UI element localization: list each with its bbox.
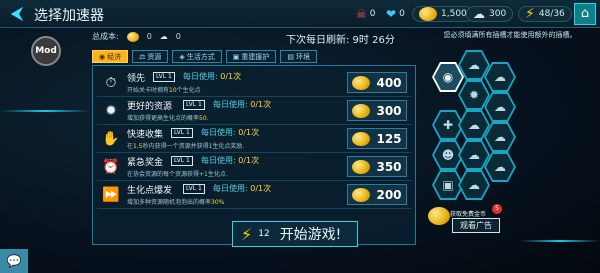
booster-slots: ◉ ☁ ☁ ✹ ☁ ✚ ☁ ☻ ☁ ☁ ▣ ☁ ☁ — [430, 50, 590, 210]
silver-cloud-icon: ☁ — [473, 7, 485, 21]
tab-lifestyle[interactable]: ◈ 生活方式 — [172, 50, 222, 63]
start-game-button[interactable]: ⚡ 12 开始游戏! — [232, 221, 358, 247]
booster-row[interactable]: ⏱ 领先 LVL 1 每日使用: 0/1次 开始关卡时拥有10个生化点 400 — [97, 70, 411, 97]
fast-forward-icon: ⏩ — [102, 187, 120, 203]
buy-booster-button[interactable]: 350 — [347, 156, 407, 177]
environment-icon: ▤ — [287, 53, 295, 61]
booster-description: 开始关卡时拥有10个生化点 — [127, 87, 201, 94]
light-streak — [520, 240, 600, 242]
slot-locked[interactable]: ☁ — [458, 170, 490, 200]
coin-icon — [352, 103, 371, 118]
page-title: 选择加速器 — [34, 8, 104, 24]
cloud-counter[interactable]: ☁ 300 — [466, 5, 514, 23]
alarm-icon: ⏰ — [102, 159, 120, 175]
chat-icon: 💬 — [6, 254, 22, 268]
doctor-icon: ☻ — [441, 148, 455, 162]
lightning-icon: ⚡ — [525, 6, 535, 22]
locked-slot-icon: ☁ — [494, 160, 506, 174]
booster-description: 增加多种资源随机泡泡出的概率30% — [127, 199, 225, 206]
lifestyle-icon: ◈ — [179, 53, 185, 61]
home-icon: ⌂ — [580, 6, 590, 21]
daily-refresh-timer: 下次每日刷新: 9时 26分 — [286, 35, 395, 46]
coin-icon — [352, 131, 371, 146]
coin-icon — [352, 159, 371, 174]
booster-list: ⏱ 领先 LVL 1 每日使用: 0/1次 开始关卡时拥有10个生化点 400 … — [92, 65, 416, 245]
tab-rebuild[interactable]: ▣ 重建援护 — [225, 50, 277, 63]
buy-booster-button[interactable]: 125 — [347, 128, 407, 149]
virus-icon: ✹ — [105, 103, 117, 119]
booster-row[interactable]: ⏰ 紧急奖金 LVL 1 每日使用: 0/1次 在协会资源的每个资源获得+1生化… — [97, 154, 411, 181]
coin-icon — [352, 187, 371, 202]
rebuild-icon: ▣ — [232, 53, 240, 61]
coin-counter[interactable]: 1,500 — [412, 5, 474, 23]
coin-icon — [126, 31, 139, 42]
level-badge: LVL 1 — [183, 100, 205, 110]
avatar[interactable]: Mod — [31, 36, 61, 66]
locked-slot-icon: ☁ — [468, 58, 480, 72]
daily-usage: 每日使用: 0/1次 — [201, 128, 260, 137]
coin-icon — [352, 75, 371, 90]
free-coins-label: 获取免费金币 — [450, 211, 487, 218]
coin-icon — [419, 7, 437, 21]
hospital-bed-icon: ▣ — [442, 178, 454, 192]
booster-description: 在1.5秒内获得一个资源并获得1生化点奖励. — [127, 143, 245, 150]
tab-environment[interactable]: ▤ 环境 — [280, 50, 318, 63]
locked-slot-icon: ☁ — [494, 130, 506, 144]
tab-economy[interactable]: ◉ 经济 — [92, 50, 129, 63]
locked-slot-icon: ☁ — [494, 100, 506, 114]
home-button[interactable]: ⌂ — [574, 3, 596, 25]
tab-resources[interactable]: ⚖ 资源 — [132, 50, 169, 63]
energy-counter[interactable]: ⚡ 48/36 — [518, 5, 572, 23]
watch-ad-button[interactable]: 观看广告 — [452, 218, 500, 233]
booster-row[interactable]: ✹ 更好的资源 LVL 1 每日使用: 0/1次 增加获得更高生化点的概率50.… — [97, 98, 411, 125]
booster-panel: 总成本: 0 ☁ 0 下次每日刷新: 9时 26分 ◉ 经济 ⚖ 资源 ◈ 生活方式 … — [86, 28, 416, 250]
light-streak — [0, 110, 90, 112]
locked-slot-icon: ☁ — [468, 148, 480, 162]
watch-ad-widget[interactable]: 获取免费金币 观看广告 5 — [426, 204, 502, 235]
skull-counter: ☠ 0 — [356, 7, 376, 21]
top-bar: ⮜ 选择加速器 ☠ 0 ❤ 0 1,500 ☁ 300 ⚡ 48/36 ⌂ — [0, 0, 600, 28]
daily-usage: 每日使用: 0/1次 — [183, 72, 242, 81]
buy-booster-button[interactable]: 200 — [347, 184, 407, 205]
skull-icon: ☠ — [356, 7, 367, 21]
ad-count-badge: 5 — [492, 204, 502, 214]
level-badge: LVL 1 — [171, 156, 193, 166]
buy-booster-button[interactable]: 400 — [347, 72, 407, 93]
hand-collect-icon: ✋ — [102, 131, 120, 147]
medkit-icon: ✚ — [442, 118, 454, 132]
slot-hint: 您必须填满所有插槽才能使用额外的插槽。 — [443, 31, 577, 39]
level-badge: LVL 1 — [153, 72, 175, 82]
buy-booster-button[interactable]: 300 — [347, 100, 407, 121]
daily-usage: 每日使用: 0/1次 — [213, 100, 272, 109]
daily-usage: 每日使用: 0/1次 — [201, 156, 260, 165]
locked-slot-icon: ☁ — [468, 118, 480, 132]
level-badge: LVL 1 — [183, 184, 205, 194]
virus-icon: ✹ — [468, 88, 480, 102]
lightning-icon: ⚡ — [241, 224, 253, 244]
flask-icon: ⚖ — [139, 53, 146, 61]
heart-icon: ❤ — [386, 7, 397, 21]
booster-row[interactable]: ⏩ 生化点爆发 LVL 1 每日使用: 0/1次 增加多种资源随机泡泡出的概率3… — [97, 182, 411, 209]
booster-description: 在协会资源的每个资源获得+1生化点. — [127, 171, 228, 178]
category-tabs: ◉ 经济 ⚖ 资源 ◈ 生活方式 ▣ 重建援护 ▤ 环境 — [92, 50, 318, 63]
booster-row[interactable]: ✋ 快速收集 LVL 1 每日使用: 0/1次 在1.5秒内获得一个资源并获得1… — [97, 126, 411, 153]
total-cost: 总成本: 0 ☁ 0 — [92, 31, 181, 42]
coin-icon: ◉ — [99, 53, 106, 61]
back-arrow-icon[interactable]: ⮜ — [6, 4, 28, 24]
daily-usage: 每日使用: 0/1次 — [213, 184, 272, 193]
silver-cloud-icon: ☁ — [159, 32, 168, 41]
stopwatch-icon: ⏱ — [105, 75, 117, 91]
piggy-bank-icon: ◉ — [442, 70, 454, 84]
heart-counter: ❤ 0 — [386, 7, 405, 21]
locked-slot-icon: ☁ — [494, 70, 506, 84]
level-badge: LVL 1 — [171, 128, 193, 138]
coin-icon — [428, 207, 450, 225]
booster-description: 增加获得更高生化点的概率50. — [127, 115, 209, 122]
chat-button[interactable]: 💬 — [0, 249, 28, 273]
locked-slot-icon: ☁ — [468, 178, 480, 192]
